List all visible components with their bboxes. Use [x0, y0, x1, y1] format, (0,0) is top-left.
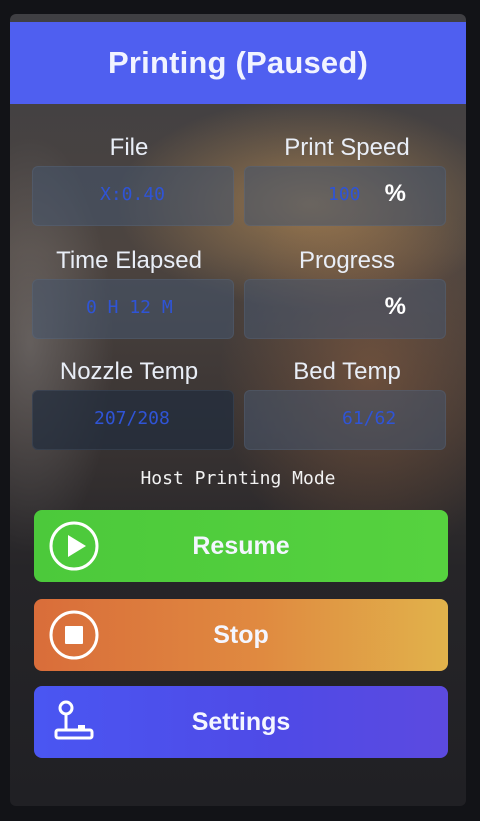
bed-temp-label: Bed Temp [293, 358, 401, 385]
printer-device: Printing (Paused) File Print Speed X:0.4… [0, 0, 480, 821]
play-circle-icon [49, 521, 99, 571]
stop-button[interactable]: Stop [34, 599, 448, 671]
progress-unit: % [384, 293, 406, 320]
time-elapsed-value: 0 H 12 M [86, 297, 173, 318]
file-field: X:0.40 [32, 166, 234, 226]
print-speed-unit: % [384, 180, 406, 207]
mode-status: Host Printing Mode [140, 468, 336, 489]
bed-temp-field: 61/62 [244, 390, 446, 450]
nozzle-temp-label: Nozzle Temp [59, 358, 199, 385]
settings-button[interactable]: Settings [34, 686, 448, 758]
time-elapsed-field: 0 H 12 M [32, 279, 234, 339]
nozzle-temp-value: 207/208 [94, 408, 170, 429]
stop-circle-icon [49, 610, 99, 660]
file-value: X:0.40 [100, 184, 166, 205]
print-speed-field: 100 % [244, 166, 446, 226]
touch-screen: Printing (Paused) File Print Speed X:0.4… [10, 14, 466, 806]
bed-temp-value: 61/62 [342, 408, 397, 429]
resume-button[interactable]: Resume [34, 510, 448, 582]
progress-field: % [244, 279, 446, 339]
joystick-icon [54, 700, 94, 740]
page-title: Printing (Paused) [107, 45, 369, 80]
title-bar: Printing (Paused) [10, 22, 466, 104]
stop-label: Stop [213, 620, 269, 649]
print-speed-label: Print Speed [284, 134, 410, 161]
settings-label: Settings [191, 707, 291, 736]
resume-label: Resume [192, 531, 290, 560]
time-elapsed-label: Time Elapsed [56, 247, 202, 274]
print-speed-value: 100 [328, 184, 361, 205]
nozzle-temp-field: 207/208 [32, 390, 234, 450]
progress-label: Progress [298, 247, 396, 274]
file-label: File [109, 134, 149, 161]
